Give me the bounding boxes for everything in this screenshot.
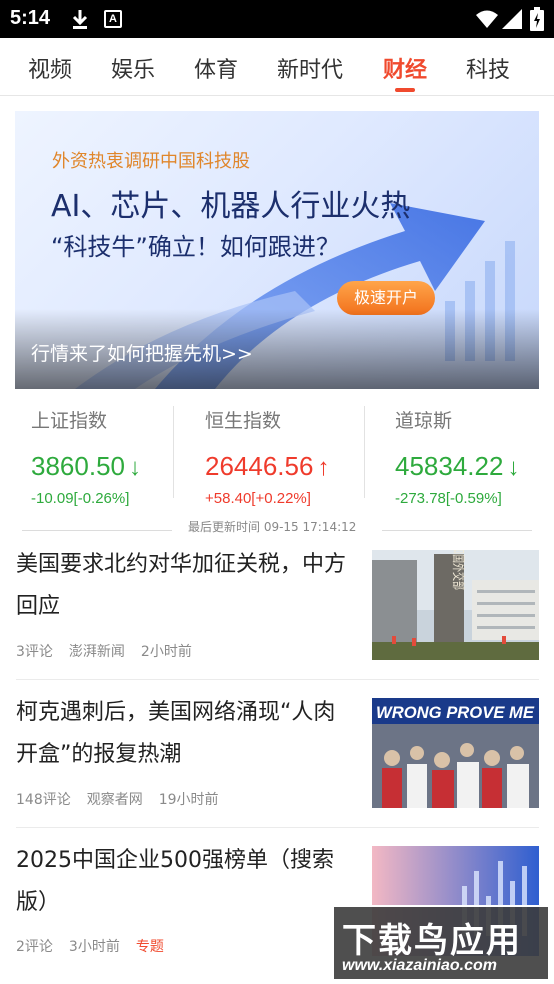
index-value: 45834.22 bbox=[395, 451, 504, 481]
index-value-row: 45834.22 ↓ bbox=[395, 451, 519, 482]
active-tab-indicator bbox=[395, 88, 415, 92]
index-name: 恒生指数 bbox=[205, 410, 282, 432]
news-title: 美国要求北约对华加征关税，中方回应 bbox=[16, 552, 347, 619]
news-title: 2025中国企业500强榜单（搜索版） bbox=[16, 848, 334, 915]
site-watermark: 下载鸟应用 www.xiazainiao.com bbox=[332, 905, 550, 981]
tab-technology[interactable]: 科技 bbox=[466, 52, 510, 84]
channel-tab-bar: 视频 娱乐 体育 新时代 财经 科技 bbox=[0, 38, 554, 96]
news-comments: 2评论 bbox=[16, 939, 53, 955]
notification-a-icon: A bbox=[104, 10, 122, 28]
divider-line bbox=[382, 530, 532, 531]
index-divider bbox=[173, 406, 174, 498]
index-change: -273.78[-0.59%] bbox=[395, 490, 502, 507]
news-thumbnail-ministry: 中华人民共和国外交部 bbox=[372, 550, 539, 660]
banner-caption: 行情来了如何把握先机>> bbox=[31, 343, 253, 365]
battery-icon bbox=[530, 7, 544, 31]
news-time: 19小时前 bbox=[158, 792, 219, 808]
index-change: -10.09[-0.26%] bbox=[31, 490, 130, 507]
tab-new-era[interactable]: 新时代 bbox=[277, 52, 343, 84]
news-meta: 3评论 澎湃新闻 2小时前 bbox=[16, 641, 208, 661]
index-dow-jones[interactable]: 道琼斯 45834.22 ↓ -273.78[-0.59%] bbox=[395, 406, 519, 507]
news-meta: 148评论 观察者网 19小时前 bbox=[16, 789, 235, 809]
tab-finance[interactable]: 财经 bbox=[383, 52, 427, 84]
index-value-row: 26446.56 ↑ bbox=[205, 451, 329, 482]
topic-tag[interactable]: 专题 bbox=[136, 939, 164, 955]
watermark-url: www.xiazainiao.com bbox=[342, 957, 498, 974]
news-source: 澎湃新闻 bbox=[68, 644, 125, 660]
index-divider bbox=[364, 406, 365, 498]
last-updated-time: 最后更新时间 09-15 17:14:12 bbox=[188, 520, 357, 534]
banner-headline: AI、芯片、机器人行业火热 bbox=[51, 189, 411, 224]
news-item[interactable]: 柯克遇刺后，美国网络涌现“人肉开盒”的报复热潮 148评论 观察者网 19小时前 W… bbox=[16, 692, 539, 818]
index-change: +58.40[+0.22%] bbox=[205, 490, 311, 507]
index-name: 上证指数 bbox=[31, 410, 108, 432]
news-meta: 2评论 3小时前 专题 bbox=[16, 936, 180, 956]
index-hang-seng[interactable]: 恒生指数 26446.56 ↑ +58.40[+0.22%] bbox=[205, 406, 329, 507]
index-value-row: 3860.50 ↓ bbox=[31, 451, 141, 482]
news-time: 3小时前 bbox=[68, 939, 120, 955]
news-separator bbox=[16, 679, 539, 680]
news-thumbnail-crowd: WRONG PROVE ME bbox=[372, 698, 539, 808]
news-time: 2小时前 bbox=[140, 644, 192, 660]
market-index-board: 上证指数 3860.50 ↓ -10.09[-0.26%] 恒生指数 26446.… bbox=[0, 396, 554, 536]
promo-banner[interactable]: 外资热衷调研中国科技股 AI、芯片、机器人行业火热 “科技牛”确立！如何跟进？ … bbox=[15, 111, 539, 389]
signal-icon bbox=[502, 9, 522, 29]
news-separator bbox=[16, 827, 539, 828]
news-comments: 148评论 bbox=[16, 792, 71, 808]
tab-sports[interactable]: 体育 bbox=[194, 52, 238, 84]
last-updated-row: 最后更新时间 09-15 17:14:12 bbox=[0, 518, 554, 538]
news-source: 观察者网 bbox=[86, 792, 143, 808]
divider-line bbox=[22, 530, 172, 531]
wifi-icon bbox=[476, 10, 498, 28]
protest-banner-text: WRONG PROVE ME bbox=[376, 703, 535, 722]
arrow-down-icon: ↓ bbox=[128, 454, 141, 481]
arrow-down-icon: ↓ bbox=[507, 454, 520, 481]
status-time: 5:14 bbox=[10, 7, 51, 29]
watermark-brand: 下载鸟应用 bbox=[342, 921, 522, 961]
news-title: 柯克遇刺后，美国网络涌现“人肉开盒”的报复热潮 bbox=[16, 700, 336, 767]
index-shanghai[interactable]: 上证指数 3860.50 ↓ -10.09[-0.26%] bbox=[31, 406, 141, 507]
ministry-sign-text: 中华人民共和国外交部 bbox=[450, 550, 466, 590]
index-value: 26446.56 bbox=[205, 451, 314, 481]
download-icon bbox=[72, 10, 88, 29]
banner-kicker: 外资热衷调研中国科技股 bbox=[52, 151, 250, 172]
index-name: 道琼斯 bbox=[395, 410, 453, 432]
tab-entertainment[interactable]: 娱乐 bbox=[111, 52, 155, 84]
tab-video[interactable]: 视频 bbox=[28, 52, 72, 84]
status-bar: 5:14 A bbox=[0, 0, 554, 38]
arrow-up-icon: ↑ bbox=[317, 454, 330, 481]
banner-subhead: “科技牛”确立！如何跟进？ bbox=[51, 233, 340, 261]
news-comments: 3评论 bbox=[16, 644, 53, 660]
news-item[interactable]: 美国要求北约对华加征关税，中方回应 3评论澎湃新闻 2小时前 中华人民共和国外交部 bbox=[16, 544, 539, 670]
index-value: 3860.50 bbox=[31, 451, 125, 481]
